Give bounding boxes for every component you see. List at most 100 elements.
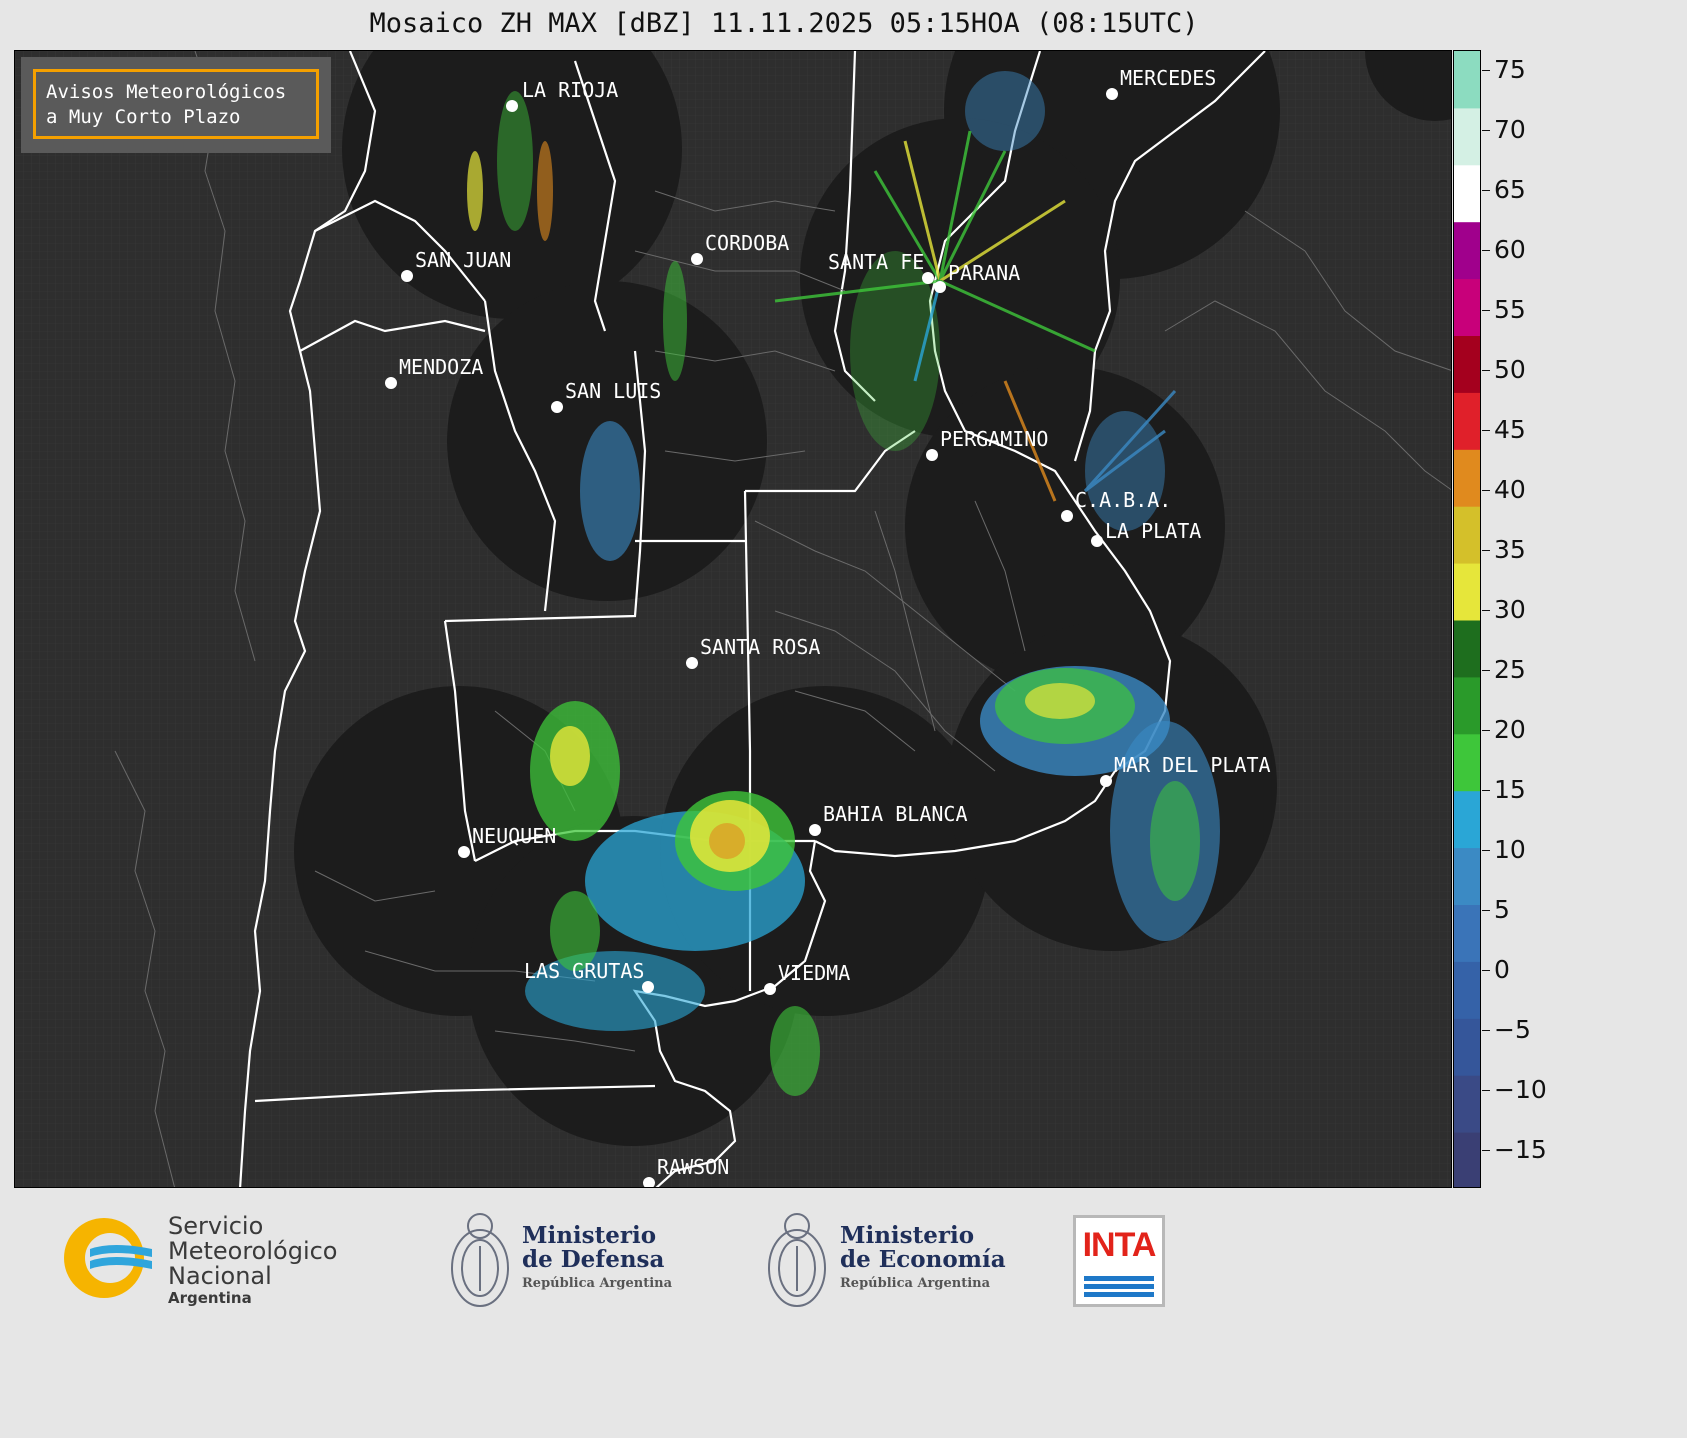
- colorbar-tick-label: 45: [1494, 415, 1526, 444]
- colorbar-band: [1454, 961, 1480, 1019]
- city-dot: [764, 983, 776, 995]
- city-dot: [809, 824, 821, 836]
- colorbar-gradient: [1454, 51, 1480, 1187]
- city-label: C.A.B.A.: [1075, 488, 1172, 512]
- colorbar-tick: [1482, 190, 1490, 191]
- city-dot: [506, 100, 518, 112]
- colorbar-tick-label: 55: [1494, 295, 1526, 324]
- colorbar-band: [1454, 51, 1480, 109]
- colorbar-band: [1454, 449, 1480, 507]
- colorbar-tick: [1482, 1090, 1490, 1091]
- defensa-line-2: de Defensa: [522, 1246, 665, 1273]
- city-dot: [934, 281, 946, 293]
- map-canvas: [15, 51, 1451, 1187]
- colorbar-tick: [1482, 850, 1490, 851]
- smn-logo-text: Servicio Meteorológico Nacional Argentin…: [168, 1212, 338, 1308]
- colorbar-band: [1454, 1132, 1480, 1187]
- colorbar-band: [1454, 904, 1480, 962]
- colorbar-tick: [1482, 970, 1490, 971]
- economia-text: Ministerio de Economía República Argenti…: [840, 1224, 1006, 1296]
- colorbar-band: [1454, 392, 1480, 450]
- city-label: LAS GRUTAS: [524, 959, 645, 983]
- colorbar-tick: [1482, 310, 1490, 311]
- economia-line-3: República Argentina: [840, 1276, 991, 1291]
- city-label: PARANA: [948, 261, 1021, 285]
- colorbar-tick: [1482, 790, 1490, 791]
- smn-line-3: Nacional: [168, 1262, 272, 1290]
- colorbar-tick-label: 40: [1494, 475, 1526, 504]
- colorbar-tick-label: 5: [1494, 895, 1510, 924]
- colorbar-tick: [1482, 610, 1490, 611]
- colorbar-tick-label: 25: [1494, 655, 1526, 684]
- warnings-badge-frame: Avisos Meteorológicos a Muy Corto Plazo: [33, 69, 319, 139]
- city-label: SANTA FE: [828, 250, 925, 274]
- city-label: SAN LUIS: [565, 379, 662, 403]
- city-label: PERGAMINO: [940, 427, 1049, 451]
- city-dot: [1106, 88, 1118, 100]
- city-dot: [643, 1177, 655, 1187]
- radar-map[interactable]: Avisos Meteorológicos a Muy Corto Plazo …: [14, 50, 1452, 1188]
- colorbar-band: [1454, 847, 1480, 905]
- colorbar-tick: [1482, 370, 1490, 371]
- city-dot: [926, 449, 938, 461]
- city-dot: [1100, 775, 1112, 787]
- colorbar-tick: [1482, 250, 1490, 251]
- warnings-badge: Avisos Meteorológicos a Muy Corto Plazo: [21, 57, 331, 153]
- smn-logo-icon: [64, 1218, 152, 1298]
- city-label: LA RIOJA: [522, 78, 619, 102]
- city-dot: [1091, 535, 1103, 547]
- colorbar-tick: [1482, 1150, 1490, 1151]
- city-label: SAN JUAN: [415, 248, 512, 272]
- colorbar-band: [1454, 221, 1480, 280]
- colorbar-tick-label: 35: [1494, 535, 1526, 564]
- smn-line-2: Meteorológico: [168, 1237, 338, 1265]
- colorbar: [1453, 50, 1481, 1188]
- colorbar-tick: [1482, 1030, 1490, 1031]
- colorbar-tick-label: −15: [1494, 1135, 1547, 1164]
- colorbar-tick: [1482, 490, 1490, 491]
- city-label: LA PLATA: [1105, 519, 1202, 543]
- city-dot: [458, 846, 470, 858]
- city-label: MENDOZA: [399, 355, 484, 379]
- footer-logos: Servicio Meteorológico Nacional Argentin…: [0, 1188, 1687, 1438]
- colorbar-band: [1454, 107, 1480, 166]
- city-dot: [691, 253, 703, 265]
- defensa-line-3: República Argentina: [522, 1276, 673, 1291]
- colorbar-band: [1454, 1075, 1480, 1133]
- colorbar-tick: [1482, 70, 1490, 71]
- colorbar-tick-label: 30: [1494, 595, 1526, 624]
- colorbar-band: [1454, 733, 1480, 792]
- colorbar-tick: [1482, 910, 1490, 911]
- city-label: CORDOBA: [705, 231, 790, 255]
- inta-label: INTA: [1082, 1226, 1157, 1264]
- city-dot: [1061, 510, 1073, 522]
- city-dot: [401, 270, 413, 282]
- colorbar-tick: [1482, 130, 1490, 131]
- map-title: Mosaico ZH MAX [dBZ] 11.11.2025 05:15HOA…: [369, 8, 1199, 39]
- colorbar-band: [1454, 278, 1480, 336]
- city-label: BAHIA BLANCA: [823, 802, 968, 826]
- badge-line-1: Avisos Meteorológicos: [46, 81, 287, 103]
- colorbar-tick-label: −10: [1494, 1075, 1547, 1104]
- colorbar-band: [1454, 790, 1480, 849]
- colorbar-band: [1454, 1018, 1480, 1076]
- colorbar-tick: [1482, 670, 1490, 671]
- colorbar-band: [1454, 620, 1480, 678]
- colorbar-band: [1454, 506, 1480, 564]
- economia-line-1: Ministerio: [840, 1222, 975, 1249]
- smn-line-4: Argentina: [168, 1289, 252, 1307]
- city-label: RAWSON: [657, 1155, 730, 1179]
- colorbar-band: [1454, 164, 1480, 223]
- defensa-seal-icon: [451, 1213, 509, 1307]
- colorbar-band: [1454, 563, 1480, 621]
- economia-line-2: de Economía: [840, 1246, 1006, 1273]
- colorbar-tick: [1482, 730, 1490, 731]
- colorbar-tick-label: 65: [1494, 175, 1526, 204]
- colorbar-tick-label: −5: [1494, 1015, 1531, 1044]
- colorbar-tick: [1482, 550, 1490, 551]
- colorbar-band: [1454, 676, 1480, 735]
- defensa-text: Ministerio de Defensa República Argentin…: [522, 1224, 672, 1296]
- city-dot: [686, 657, 698, 669]
- smn-line-1: Servicio: [168, 1212, 264, 1240]
- city-label: MERCEDES: [1120, 66, 1217, 90]
